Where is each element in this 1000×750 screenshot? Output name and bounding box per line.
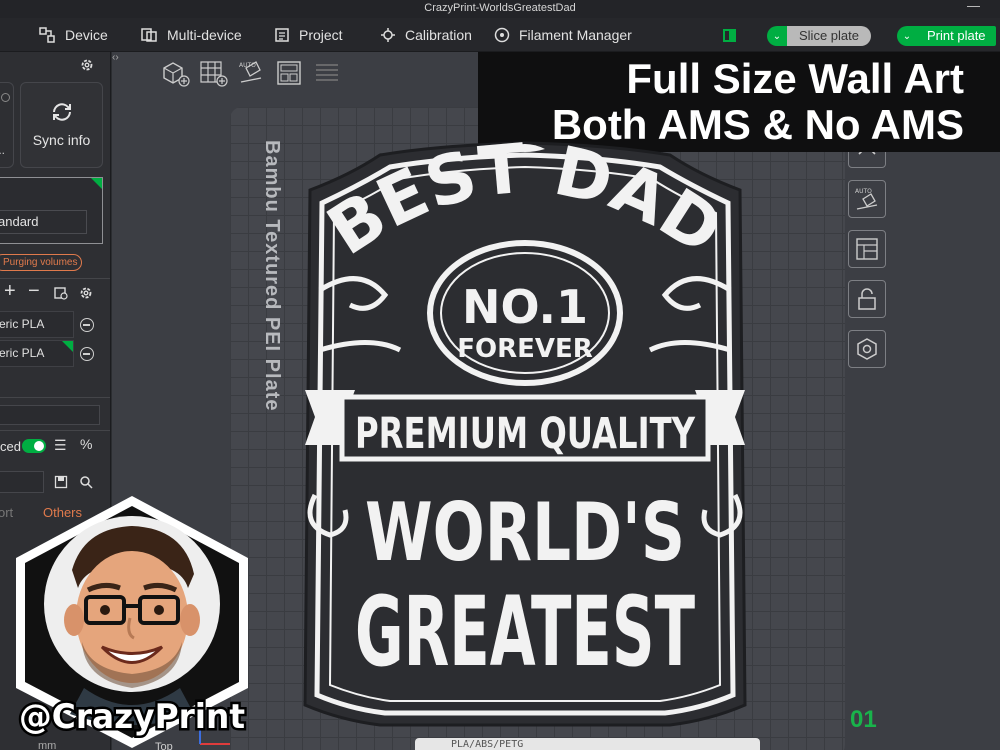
filament-manager-icon	[494, 27, 510, 43]
art-greatest: GREATEST	[355, 576, 695, 688]
art-banner: PREMIUM QUALITY	[355, 409, 696, 459]
menu-filament-manager-label: Filament Manager	[519, 27, 632, 43]
add-filament-icon[interactable]: +	[4, 280, 16, 303]
project-icon	[275, 28, 289, 42]
add-plate-icon[interactable]	[196, 56, 230, 90]
svg-text:AUTO: AUTO	[855, 188, 872, 195]
edit-filament-icon[interactable]	[54, 286, 68, 300]
art-badge-no1: NO.1	[462, 280, 588, 334]
lock-icon[interactable]	[848, 280, 886, 318]
add-object-icon[interactable]	[158, 56, 192, 90]
menu-bar: Device Multi-device Project Calibration …	[0, 18, 1000, 52]
menu-multi-device[interactable]: Multi-device	[140, 18, 242, 52]
print-plate-group[interactable]: ⌄ Print plate	[897, 25, 996, 47]
art-badge-forever: FOREVER	[457, 334, 593, 364]
search-icon[interactable]	[79, 475, 93, 489]
collapse-panel-icon[interactable]: ‹›	[112, 52, 126, 66]
process-preset-field[interactable]: andard	[0, 210, 87, 234]
param-search-field[interactable]	[0, 471, 44, 493]
caption-line-1: Full Size Wall Art	[626, 55, 964, 102]
menu-project[interactable]: Project	[274, 18, 343, 52]
info-icon	[1, 93, 10, 102]
sync-icon	[52, 103, 71, 121]
printer-card-ellipsis: ...	[0, 143, 6, 157]
layout-icon[interactable]	[722, 28, 737, 43]
gear-icon[interactable]	[80, 58, 94, 72]
filament-2-modified-marker	[62, 341, 73, 352]
menu-project-label: Project	[299, 27, 343, 43]
multi-device-icon	[141, 28, 157, 42]
filament-2-label: eric PLA	[0, 346, 45, 360]
menu-device-label: Device	[65, 27, 108, 43]
svg-text:AUTO: AUTO	[239, 62, 256, 69]
menu-calibration[interactable]: Calibration	[380, 18, 472, 52]
arrange-icon[interactable]	[272, 56, 306, 90]
sync-info-button[interactable]: Sync info	[20, 82, 103, 168]
device-icon	[39, 27, 55, 43]
modified-marker	[91, 178, 102, 189]
compare-icon[interactable]: %	[80, 436, 92, 452]
art-worlds: WORLD'S	[365, 486, 685, 579]
auto-orient-icon[interactable]: AUTO	[234, 56, 268, 90]
settings-hex-icon[interactable]	[848, 330, 886, 368]
crazyprint-logo: @CrazyPrint	[16, 496, 248, 748]
divider	[0, 278, 110, 279]
print-dropdown-icon[interactable]: ⌄	[897, 26, 917, 46]
search-field[interactable]	[0, 405, 100, 425]
filament-settings-icon[interactable]	[79, 286, 93, 300]
layout-tool-icon[interactable]	[848, 230, 886, 268]
list-icon[interactable]: ☰	[54, 437, 67, 454]
app-window: CrazyPrint-WorldsGreatestDad — Device Mu…	[0, 0, 1000, 750]
title-bar: CrazyPrint-WorldsGreatestDad —	[0, 0, 1000, 18]
right-toolbar: AUTO	[848, 130, 888, 380]
divider	[0, 430, 110, 431]
slice-plate-button[interactable]: Slice plate	[787, 26, 871, 46]
minimize-button[interactable]: —	[967, 0, 980, 14]
bed-type-label: Bambu Textured PEI Plate	[261, 140, 283, 412]
menu-device[interactable]: Device	[38, 18, 108, 52]
plate-status-bar: PLA/ABS/PETG	[415, 738, 760, 750]
logo-handle: @CrazyPrint	[19, 697, 245, 737]
save-icon[interactable]	[54, 475, 68, 489]
filament-1-remove-icon[interactable]	[80, 318, 94, 332]
window-title: CrazyPrint-WorldsGreatestDad	[424, 2, 576, 14]
canvas-toolbar: AUTO	[158, 56, 344, 90]
sync-info-label: Sync info	[32, 132, 91, 148]
purging-volumes-button[interactable]: Purging volumes	[0, 254, 82, 271]
slice-plate-group[interactable]: ⌄ Slice plate	[767, 25, 871, 47]
print-plate-button[interactable]: Print plate	[917, 26, 996, 46]
preset-box[interactable]: andard	[0, 177, 103, 244]
filament-2-select[interactable]: eric PLA	[0, 340, 74, 367]
filament-1-select[interactable]: eric PLA	[0, 311, 74, 338]
divider	[0, 397, 110, 398]
plate-number[interactable]: 01	[850, 706, 877, 734]
remove-filament-icon[interactable]: −	[28, 280, 40, 303]
menu-calibration-label: Calibration	[405, 27, 472, 43]
menu-multi-device-label: Multi-device	[167, 27, 242, 43]
auto-orient-tool-icon[interactable]: AUTO	[848, 180, 886, 218]
menu-filament-manager[interactable]: Filament Manager	[494, 18, 632, 52]
wall-art-model[interactable]: BEST DAD NO.1 FOREVER PREMIUM QUALITY WO…	[290, 135, 760, 735]
advanced-label: ced	[0, 439, 21, 454]
advanced-toggle[interactable]	[22, 439, 46, 453]
filament-2-remove-icon[interactable]	[80, 347, 94, 361]
slice-dropdown-icon[interactable]: ⌄	[767, 26, 787, 46]
plate-filament-types: PLA/ABS/PETG	[451, 739, 524, 750]
printer-card[interactable]: ...	[0, 82, 14, 168]
calibration-icon	[381, 28, 395, 42]
split-icon[interactable]	[310, 56, 344, 90]
